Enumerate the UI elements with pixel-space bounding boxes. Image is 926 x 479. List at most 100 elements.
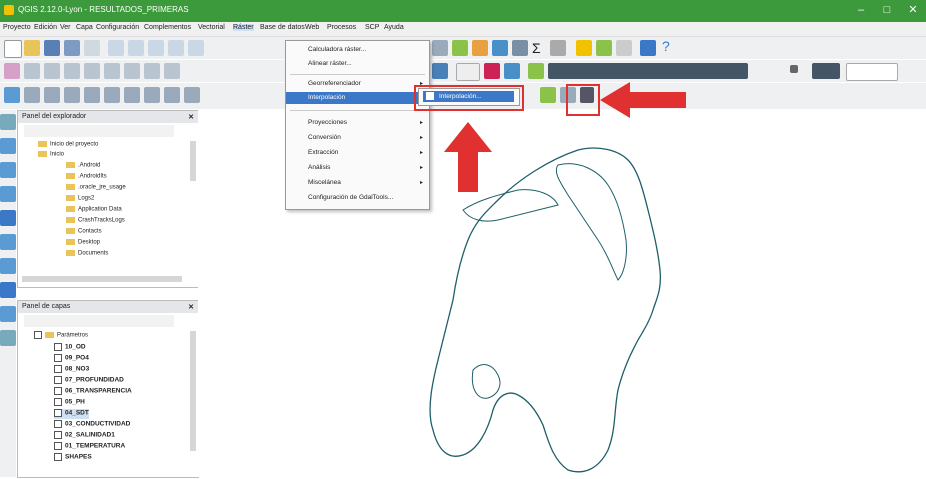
- layers-scrollbar[interactable]: [190, 331, 196, 451]
- add-postgis-icon[interactable]: [44, 87, 60, 103]
- layer-checkbox[interactable]: [54, 398, 62, 406]
- layer-item[interactable]: 05_PH: [54, 398, 85, 408]
- minimize-button[interactable]: –: [850, 2, 872, 18]
- open-project-icon[interactable]: [24, 40, 40, 56]
- layer-group[interactable]: Parámetros: [34, 331, 88, 340]
- layer-item[interactable]: 03_CONDUCTIVIDAD: [54, 420, 130, 430]
- scp-band-set-select[interactable]: [548, 63, 748, 79]
- delete-selected-icon[interactable]: [104, 63, 120, 79]
- group-checkbox[interactable]: [34, 331, 42, 339]
- menu-ver[interactable]: Ver: [60, 24, 71, 31]
- add-mssql-icon[interactable]: [84, 87, 100, 103]
- scp-icon[interactable]: [432, 63, 448, 79]
- pan-icon[interactable]: [108, 40, 124, 56]
- tree-item[interactable]: Application Data: [66, 206, 122, 215]
- tree-item[interactable]: .AndroidIts: [66, 173, 107, 182]
- layer-item[interactable]: 08_NO3: [54, 365, 89, 375]
- layer-checkbox[interactable]: [54, 376, 62, 384]
- layers-panel-close-icon[interactable]: ✕: [188, 303, 194, 311]
- menu-web[interactable]: Web: [305, 24, 319, 31]
- digitize-icon[interactable]: [24, 63, 40, 79]
- layer-checkbox[interactable]: [54, 354, 62, 362]
- add-delimited-text-icon[interactable]: [184, 87, 200, 103]
- add-layer-icon-2[interactable]: [0, 138, 16, 154]
- edit-pencil-icon[interactable]: [4, 63, 20, 79]
- add-layer-icon-1[interactable]: [0, 114, 16, 130]
- select-icon[interactable]: [452, 40, 468, 56]
- layer-item-selected[interactable]: 04_SDT: [54, 409, 89, 419]
- layer-item[interactable]: 07_PROFUNDIDAD: [54, 376, 124, 386]
- layer-checkbox[interactable]: [54, 420, 62, 428]
- menu-proyecto[interactable]: Proyecto: [3, 24, 31, 31]
- menu-item-miscellaneous[interactable]: Miscelánea ▸: [286, 177, 429, 189]
- node-tool-icon[interactable]: [84, 63, 100, 79]
- add-oracle-icon[interactable]: [104, 87, 120, 103]
- layer-checkbox[interactable]: [54, 442, 62, 450]
- menu-raster[interactable]: Ráster: [233, 24, 254, 31]
- sum-icon[interactable]: Σ: [532, 40, 541, 56]
- attribute-table-icon[interactable]: [472, 40, 488, 56]
- close-button[interactable]: ✕: [902, 2, 924, 18]
- layer-checkbox[interactable]: [54, 343, 62, 351]
- add-layer-icon-8[interactable]: [0, 282, 16, 298]
- menu-item-raster-calculator[interactable]: Calculadora ráster...: [286, 44, 429, 56]
- tree-item[interactable]: Documents: [66, 250, 108, 259]
- new-project-icon[interactable]: [4, 40, 22, 58]
- help-icon[interactable]: ?: [662, 38, 670, 54]
- zoom-in-icon[interactable]: [128, 40, 144, 56]
- tree-item[interactable]: .Android: [66, 162, 100, 171]
- print-composer-icon[interactable]: [84, 40, 100, 56]
- layer-item[interactable]: 02_SALINIDAD1: [54, 431, 115, 441]
- explorer-panel-close-icon[interactable]: ✕: [188, 113, 194, 121]
- tree-item[interactable]: Logs2: [66, 195, 94, 204]
- menu-capa[interactable]: Capa: [76, 24, 93, 31]
- zoom-out-icon[interactable]: [148, 40, 164, 56]
- layer-item[interactable]: 06_TRANSPARENCIA: [54, 387, 132, 397]
- scp-roi-icon[interactable]: [484, 63, 500, 79]
- cut-icon[interactable]: [124, 63, 140, 79]
- map-tips-icon[interactable]: [616, 40, 632, 56]
- menu-vectorial[interactable]: Vectorial: [198, 24, 225, 31]
- layer-item[interactable]: 09_PO4: [54, 354, 89, 364]
- layer-item[interactable]: 01_TEMPERATURA: [54, 442, 125, 452]
- add-wfs-icon[interactable]: [164, 87, 180, 103]
- add-layer-icon-4[interactable]: [0, 186, 16, 202]
- menu-scp[interactable]: SCP: [365, 24, 379, 31]
- explorer-scrollbar[interactable]: [190, 141, 196, 181]
- save-as-icon[interactable]: [64, 40, 80, 56]
- layer-checkbox[interactable]: [54, 387, 62, 395]
- scp-rgb-box[interactable]: [812, 63, 840, 79]
- menu-item-projections[interactable]: Proyecciones ▸: [286, 117, 429, 129]
- add-vector-icon[interactable]: [4, 87, 20, 103]
- menu-procesos[interactable]: Procesos: [327, 24, 356, 31]
- tree-item[interactable]: Inicio: [38, 151, 64, 160]
- menu-item-georeferencer[interactable]: Georreferenciador ▸: [286, 78, 429, 90]
- add-feature-icon[interactable]: [44, 63, 60, 79]
- menu-item-interpolation[interactable]: Interpolación▸: [286, 92, 429, 104]
- add-layer-icon-3[interactable]: [0, 162, 16, 178]
- explorer-hscrollbar[interactable]: [22, 276, 182, 282]
- tree-item[interactable]: Desktop: [66, 239, 100, 248]
- layer-item[interactable]: SHAPES: [54, 453, 92, 463]
- menu-item-extraction[interactable]: Extracción ▸: [286, 147, 429, 159]
- layer-checkbox[interactable]: [54, 409, 62, 417]
- tree-item[interactable]: .oracle_jre_usage: [66, 184, 126, 193]
- add-layer-icon-7[interactable]: [0, 258, 16, 274]
- save-project-icon[interactable]: [44, 40, 60, 56]
- scp-option-icon[interactable]: [790, 65, 798, 73]
- zoom-full-icon[interactable]: [168, 40, 184, 56]
- menu-ayuda[interactable]: Ayuda: [384, 24, 404, 31]
- add-wms-icon[interactable]: [124, 87, 140, 103]
- tree-item[interactable]: Contacts: [66, 228, 102, 237]
- tree-item[interactable]: CrashTracksLogs: [66, 217, 125, 226]
- add-wcs-icon[interactable]: [144, 87, 160, 103]
- add-layer-icon-6[interactable]: [0, 234, 16, 250]
- scp-input-field[interactable]: [456, 63, 480, 81]
- add-raster-icon[interactable]: [24, 87, 40, 103]
- menu-item-gdaltools-settings[interactable]: Configuración de GdalTools...: [286, 192, 429, 204]
- add-layer-icon-5[interactable]: [0, 210, 16, 226]
- raster-tool-icon-1[interactable]: [540, 87, 556, 103]
- add-spatialite-icon[interactable]: [64, 87, 80, 103]
- menu-base-de-datos[interactable]: Base de datos: [260, 24, 305, 31]
- tree-item[interactable]: Inicio del proyecto: [38, 141, 98, 150]
